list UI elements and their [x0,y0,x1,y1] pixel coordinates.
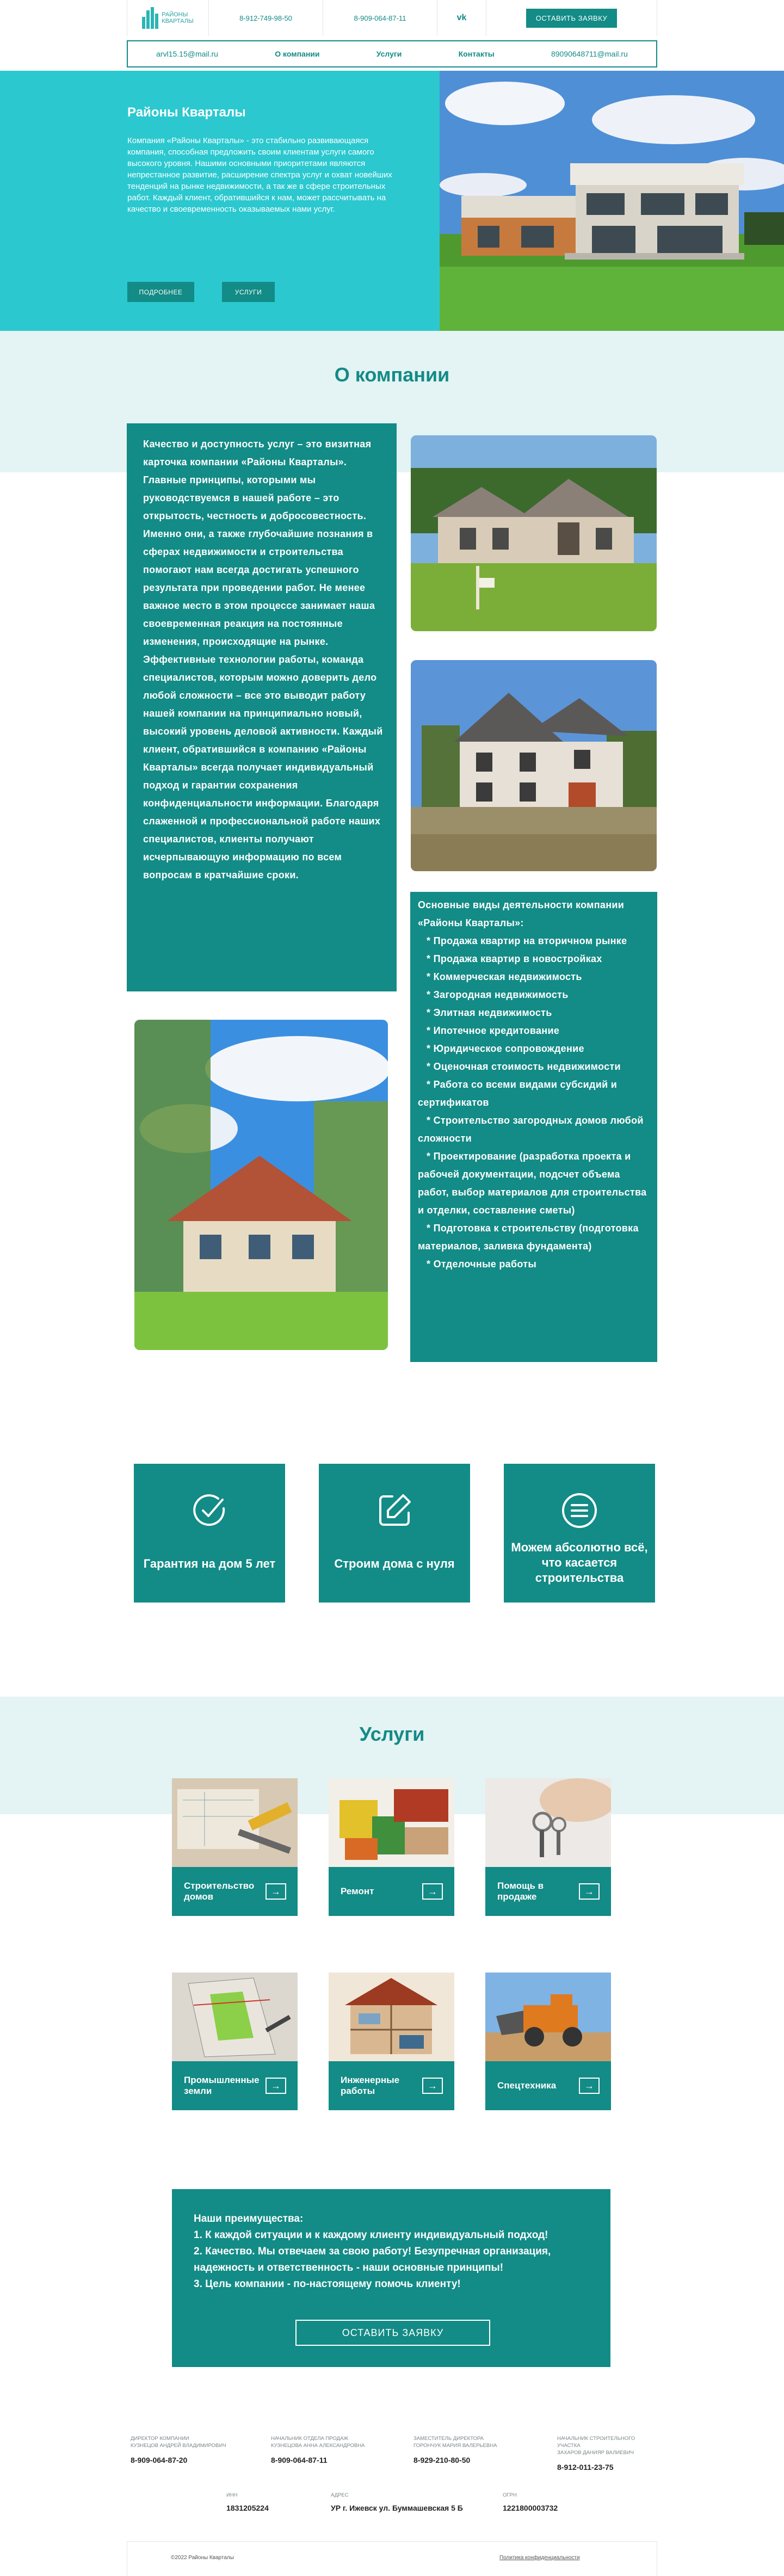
service-image-house-cutaway [329,1973,454,2061]
activity-list-item: * Юридическое сопровождение [427,1043,584,1054]
arrow-right-icon[interactable]: → [266,2078,286,2094]
activity-list-item: * Элитная недвижимость [427,1007,552,1018]
feature-card-build: Строим дома с нуля [319,1464,470,1603]
activity-list-item: * Продажа квартир на вторичном рынке [427,935,627,946]
hero-description: Компания «Районы Кварталы» - это стабиль… [127,136,392,214]
feature-title: Гарантия на дом 5 лет [143,1557,276,1570]
footer-phone[interactable]: 8-909-064-87-20 [131,2456,239,2464]
activity-list-item: * Коммерческая недвижимость [427,971,582,982]
service-card-machinery[interactable]: Спецтехника → [485,1973,611,2110]
privacy-policy-link[interactable]: Политика конфиденциальности [499,2555,580,2561]
logo-text-line-2: КВАРТАЛЫ [162,18,194,24]
service-image-plan [172,1973,298,2061]
phone-1[interactable]: 8-912-749-98-50 [209,0,323,36]
services-button[interactable]: УСЛУГИ [222,282,275,302]
activities-list: * Продажа квартир на вторичном рынке * Пр… [418,932,652,1273]
about-photo-1 [411,435,657,631]
activity-list-item: * Продажа квартир в новостройках [427,953,602,964]
advantage-item: 1. К каждой ситуации и к каждому клиенту… [194,2229,548,2241]
feature-card-everything: Можем абсолютно всё, что касается строит… [504,1464,655,1603]
advantages-card: Наши преимущества: 1. К каждой ситуации … [172,2189,610,2367]
footer-contact: НАЧАЛЬНИК СТРОИТЕЛЬНОГО УЧАСТКА ЗАХАРОВ … [557,2435,657,2472]
service-image-blueprints [172,1778,298,1867]
footer-phone[interactable]: 8-929-210-80-50 [413,2456,522,2464]
service-label: Промышленные земли [184,2075,260,2096]
logo-text-line-1: РАЙОНЫ [162,11,188,18]
about-photo-2 [411,660,657,871]
about-title: О компании [334,363,450,386]
footer-contact: ДИРЕКТОР КОМПАНИИ КУЗНЕЦОВ АНДРЕЙ ВЛАДИМ… [131,2435,239,2464]
activity-list-item: * Подготовка к строительству (подготовка… [418,1223,639,1252]
arrow-right-icon[interactable]: → [422,1883,443,1900]
service-card-land[interactable]: Промышленные земли → [172,1973,298,2110]
service-card-repair[interactable]: Ремонт → [329,1778,454,1916]
hero-house-image [440,71,784,331]
menu-circle-icon [562,1493,597,1528]
service-label: Инженерные работы [341,2075,400,2096]
service-image-keys [485,1778,611,1867]
activity-list-item: * Строительство загородных домов любой с… [418,1115,644,1144]
footer-phone[interactable]: 8-909-064-87-11 [271,2456,380,2464]
activity-list-item: * Работа со всеми видами субсидий и серт… [418,1079,618,1108]
more-button[interactable]: ПОДРОБНЕЕ [127,282,194,302]
nav-email-right[interactable]: 89090648711@mail.ru [551,50,628,58]
about-photo-3 [134,1020,388,1350]
service-label: Строительство домов [184,1881,255,1902]
advantage-item: 2. Качество. Мы отвечаем за свою работу!… [194,2246,551,2273]
activity-list-item: * Оценочная стоимость недвижимости [427,1061,621,1072]
services-title: Услуги [359,1723,425,1745]
hero-title: Районы Кварталы [127,105,246,120]
request-button-top[interactable]: ОСТАВИТЬ ЗАЯВКУ [526,8,618,28]
main-nav: arvl15.15@mail.ru О компании Услуги Конт… [127,40,657,67]
about-text-card: Качество и доступность услуг – это визит… [127,423,397,991]
advantages-text: Наши преимущества: 1. К каждой ситуации … [194,2211,596,2292]
feature-card-guarantee: Гарантия на дом 5 лет [134,1464,285,1603]
footer-contact: НАЧАЛЬНИК ОТДЕЛА ПРОДАЖ КУЗНЕЦОВА АННА А… [271,2435,380,2464]
activity-list-item: * Проектирование (разработка проекта и р… [418,1151,647,1216]
service-image-tools [329,1778,454,1867]
service-card-engineering[interactable]: Инженерные работы → [329,1973,454,2110]
phone-2[interactable]: 8-909-064-87-11 [323,0,437,36]
copyright: ©2022 Районы Кварталы [171,2555,234,2561]
check-circle-icon [193,1494,225,1526]
request-button-bottom[interactable]: ОСТАВИТЬ ЗАЯВКУ [295,2320,490,2346]
service-card-sale-help[interactable]: Помощь в продаже → [485,1778,611,1916]
activity-list-item: * Загородная недвижимость [427,989,569,1000]
footer-bottom: ©2022 Районы Кварталы Политика конфиденц… [127,2541,657,2576]
feature-title: Строим дома с нуля [334,1557,455,1570]
logo[interactable]: РАЙОНЫ КВАРТАЛЫ [127,0,209,36]
service-label: Помощь в продаже [497,1881,544,1902]
about-text: Качество и доступность услуг – это визит… [143,439,383,880]
nav-item-about[interactable]: О компании [275,50,319,58]
arrow-right-icon[interactable]: → [266,1883,286,1900]
advantage-item: 3. Цель компании - по-настоящему помочь … [194,2278,461,2290]
activity-list-item: * Ипотечное кредитование [427,1025,560,1036]
activity-list-item: * Отделочные работы [427,1259,537,1269]
footer-phone[interactable]: 8-912-011-23-75 [557,2463,657,2472]
feature-title: Можем абсолютно всё, что касается строит… [511,1540,648,1585]
service-label: Спецтехника [497,2080,557,2091]
arrow-right-icon[interactable]: → [579,2078,600,2094]
footer-inn: ИНН 1831205224 [226,2492,269,2512]
edit-icon [379,1494,411,1526]
advantages-title: Наши преимущества: [194,2213,304,2224]
nav-item-contacts[interactable]: Контакты [459,50,495,58]
vk-icon[interactable]: vk [437,0,486,36]
activities-title: Основные виды деятельности компании «Рай… [418,899,625,928]
service-label: Ремонт [341,1886,374,1896]
logo-buildings-icon [142,7,159,29]
arrow-right-icon[interactable]: → [579,1883,600,1900]
footer-address: АДРЕС УР г. Ижевск ул. Буммашевская 5 Б [331,2492,463,2512]
service-card-construction[interactable]: Строительство домов → [172,1778,298,1916]
footer-ogrn: ОГРН 1221800003732 [503,2492,558,2512]
nav-item-services[interactable]: Услуги [376,50,402,58]
activities-card: Основные виды деятельности компании «Рай… [410,892,657,1362]
top-bar: РАЙОНЫ КВАРТАЛЫ 8-912-749-98-50 8-909-06… [127,0,657,36]
footer-contact: ЗАМЕСТИТЕЛЬ ДИРЕКТОРА ГОРОНЧУК МАРИЯ ВАЛ… [413,2435,522,2464]
service-image-loader [485,1973,611,2061]
arrow-right-icon[interactable]: → [422,2078,443,2094]
nav-email-left[interactable]: arvl15.15@mail.ru [156,50,218,58]
